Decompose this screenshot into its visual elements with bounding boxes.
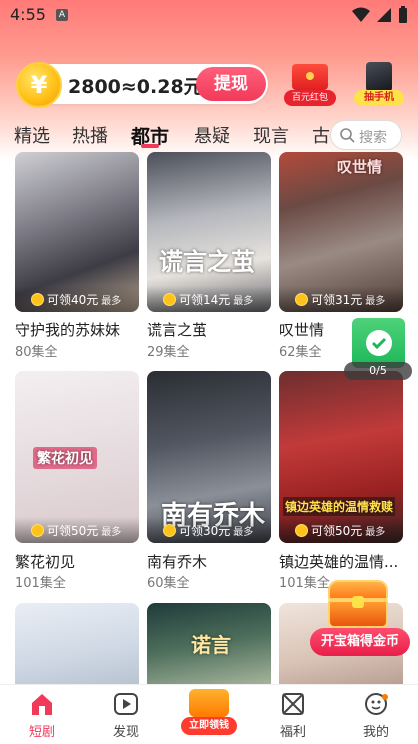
drama-poster[interactable]: 南有乔木 xyxy=(147,371,271,543)
drama-title: 镇边英雄的温情... xyxy=(279,553,399,571)
poster-title-art: 叹世情 xyxy=(337,158,383,176)
coin-balance-text: 2800≈0.28元 xyxy=(68,76,203,98)
play-icon xyxy=(114,693,138,715)
drama-poster[interactable]: 诺言 xyxy=(147,603,271,685)
nav-label: 发现 xyxy=(112,725,139,740)
drama-poster[interactable]: 繁花初见 xyxy=(15,371,139,543)
active-tab-indicator xyxy=(141,144,159,148)
phone-icon xyxy=(366,62,392,92)
tab-ancient-romance[interactable]: 古言 xyxy=(312,122,330,148)
reward-badge: 可领31元 最多 xyxy=(295,291,385,308)
poster-title-art: 镇边英雄的温情救赎 xyxy=(283,497,396,516)
nav-discover[interactable]: 发现 xyxy=(84,685,168,744)
red-packet-icon xyxy=(292,64,328,90)
drama-poster[interactable]: 镇边英雄的温情救赎 xyxy=(279,371,403,543)
red-packet-button[interactable]: 百元红包 xyxy=(284,64,336,106)
coin-icon xyxy=(31,293,44,306)
coin-icon xyxy=(163,293,176,306)
reward-badge: 可领30元 最多 xyxy=(163,522,253,539)
battery-icon xyxy=(399,6,407,23)
home-icon xyxy=(32,694,52,715)
profile-icon xyxy=(365,693,388,715)
bottom-nav: 短剧 发现 立即领钱 福利 我的 xyxy=(0,684,418,744)
red-envelope-icon xyxy=(189,689,229,717)
category-tabs: 精选 热播 都市 悬疑 现言 古言 xyxy=(0,120,330,154)
task-progress-badge: 0/5 xyxy=(344,362,412,380)
poster-title-art: 繁花初见 xyxy=(33,447,97,469)
episode-count: 29集全 xyxy=(147,345,190,360)
notification-icon: A xyxy=(56,9,68,21)
status-time: 4:55 xyxy=(10,5,46,24)
red-packet-label: 百元红包 xyxy=(284,90,336,106)
episode-count: 60集全 xyxy=(147,576,190,591)
nav-label: 立即领钱 xyxy=(181,717,237,735)
tab-modern-romance[interactable]: 现言 xyxy=(253,122,289,148)
drama-poster[interactable]: 谎言之茧 xyxy=(147,152,271,312)
gift-icon xyxy=(282,693,304,715)
nav-label: 短剧 xyxy=(28,725,55,740)
drama-title: 谎言之茧 xyxy=(147,321,208,339)
reward-badge: 可领40元 最多 xyxy=(31,291,121,308)
poster-title-art: 诺言 xyxy=(191,633,231,657)
drama-poster[interactable] xyxy=(15,603,139,685)
coin-icon xyxy=(31,524,44,537)
treasure-chest-icon[interactable] xyxy=(322,580,394,630)
coin-icon xyxy=(295,293,308,306)
drama-title: 守护我的苏妹妹 xyxy=(15,321,121,339)
coin-icon xyxy=(163,524,176,537)
poster-title-art: 谎言之茧 xyxy=(159,248,255,276)
nav-welfare[interactable]: 福利 xyxy=(251,685,335,744)
check-icon xyxy=(366,330,392,356)
search-input[interactable]: 搜索 xyxy=(330,120,402,150)
episode-count: 101集全 xyxy=(15,576,66,591)
episode-count: 62集全 xyxy=(279,345,322,360)
tab-featured[interactable]: 精选 xyxy=(14,122,50,148)
signal-icon xyxy=(377,8,391,22)
drama-poster[interactable]: 叹世情 xyxy=(279,152,403,312)
wifi-icon xyxy=(352,7,370,22)
nav-profile[interactable]: 我的 xyxy=(334,685,418,744)
withdraw-button[interactable]: 提现 xyxy=(196,67,266,101)
coin-icon: ¥ xyxy=(16,62,62,108)
reward-badge: 可领50元 最多 xyxy=(31,522,121,539)
nav-label: 福利 xyxy=(279,725,306,740)
drama-title: 繁花初见 xyxy=(15,553,76,571)
drama-title: 南有乔木 xyxy=(147,553,208,571)
status-bar: 4:55 A xyxy=(0,0,418,30)
reward-badge: 可领50元 最多 xyxy=(295,522,385,539)
coin-icon xyxy=(295,524,308,537)
nav-label: 我的 xyxy=(362,725,389,740)
tab-hot[interactable]: 热播 xyxy=(72,122,108,148)
reward-badge: 可领14元 最多 xyxy=(163,291,253,308)
drama-poster[interactable] xyxy=(15,152,139,312)
phone-lottery-label: 抽手机 xyxy=(354,90,404,106)
open-treasure-button[interactable]: 开宝箱得金币 xyxy=(310,628,410,656)
search-icon xyxy=(340,128,355,143)
phone-lottery-button[interactable]: 抽手机 xyxy=(354,60,404,106)
tab-suspense[interactable]: 悬疑 xyxy=(194,122,230,148)
nav-get-money[interactable]: 立即领钱 xyxy=(167,685,251,744)
nav-short-drama[interactable]: 短剧 xyxy=(0,685,84,744)
search-placeholder: 搜索 xyxy=(359,130,387,146)
system-icons xyxy=(352,6,408,24)
episode-count: 80集全 xyxy=(15,345,58,360)
